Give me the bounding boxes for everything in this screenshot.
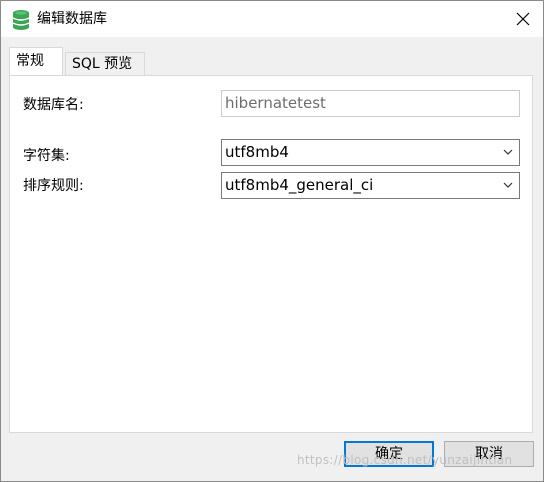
database-name-label: 数据库名: [23, 97, 84, 113]
tab-sql-preview[interactable]: SQL 预览 [65, 52, 145, 76]
charset-select[interactable]: utf8mb4 [221, 139, 520, 166]
chevron-down-icon [503, 149, 513, 155]
charset-label: 字符集: [23, 148, 70, 164]
edit-database-dialog: 编辑数据库 常规 SQL 预览 数据库名: hibernatetest 字符集:… [0, 0, 544, 482]
watermark-text: https://blog.csdn.net/yunzaijintian [297, 453, 513, 467]
general-panel: 数据库名: hibernatetest 字符集: utf8mb4 排序规则: u… [9, 75, 533, 433]
database-icon [11, 9, 31, 31]
dialog-title: 编辑数据库 [37, 11, 107, 27]
collation-label: 排序规则: [23, 178, 84, 194]
close-button[interactable] [511, 7, 535, 31]
tab-general[interactable]: 常规 [9, 47, 63, 75]
close-icon [516, 12, 530, 26]
chevron-down-icon [503, 182, 513, 188]
charset-value: utf8mb4 [225, 143, 289, 161]
collation-select[interactable]: utf8mb4_general_ci [221, 172, 520, 199]
collation-value: utf8mb4_general_ci [225, 176, 374, 194]
database-name-field[interactable]: hibernatetest [221, 90, 520, 117]
title-bar: 编辑数据库 [1, 1, 543, 37]
tab-strip: 常规 SQL 预览 [9, 47, 535, 76]
